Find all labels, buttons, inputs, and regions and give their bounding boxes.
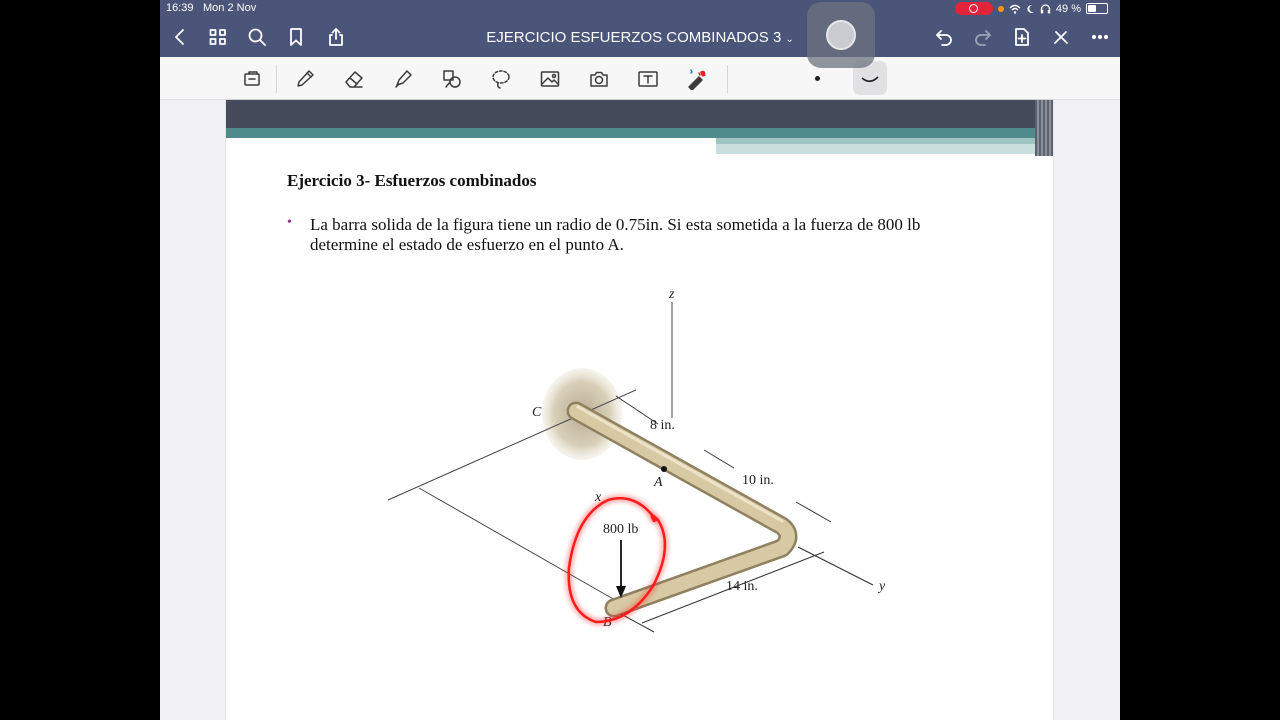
screen-recording-icon[interactable] [954, 2, 993, 15]
wifi-icon [1009, 4, 1021, 14]
laser-pointer-tool[interactable] [684, 66, 710, 92]
undo-icon [936, 30, 952, 46]
text-tool[interactable] [635, 66, 661, 92]
pen-tool[interactable] [292, 66, 318, 92]
close-editing-button[interactable] [1049, 25, 1073, 49]
battery-icon [1086, 3, 1108, 14]
camera-icon [590, 71, 608, 87]
document-title-text: EJERCICIO ESFUERZOS COMBINADOS 3 [486, 29, 782, 46]
assistive-touch-button[interactable] [807, 2, 875, 68]
pen-icon [297, 70, 314, 87]
dimension-line [703, 449, 735, 469]
navigation-bar: 16:39 Mon 2 Nov 49 % EJERCICIO ESFUERZOS… [160, 0, 1120, 57]
lasso-tool[interactable] [488, 66, 514, 92]
laser-pointer-icon [688, 69, 706, 90]
tool-bar [160, 57, 1120, 100]
more-button[interactable] [1088, 25, 1112, 49]
bar-figure: z y 8 in. 10 in. 14 in. C A x B 800 lb [387, 287, 886, 633]
status-bar: 16:39 Mon 2 Nov 49 % [160, 0, 1120, 18]
moon-icon [1027, 4, 1034, 13]
dimension-line [620, 613, 655, 633]
shapes-icon [443, 70, 461, 88]
y-axis-label: y [877, 579, 886, 594]
bar-highlight [576, 405, 784, 523]
status-time: 16:39 [166, 2, 194, 14]
status-right: 49 % [954, 2, 1108, 15]
lasso-icon [492, 70, 510, 89]
pdf-page[interactable]: Ejercicio 3- Esfuerzos combinados • La b… [226, 100, 1053, 720]
point-c-label: C [532, 405, 542, 420]
shapes-tool[interactable] [439, 66, 465, 92]
chevron-down-icon: ⌄ [785, 34, 794, 45]
microphone-indicator-icon [997, 5, 1004, 12]
dimension-8-label: 8 in. [650, 418, 675, 433]
eraser-icon [345, 71, 363, 88]
redo-icon [975, 30, 991, 46]
toolbar-separator [727, 65, 728, 93]
dimension-10-label: 10 in. [742, 473, 774, 488]
pencil-slash-icon [1054, 31, 1068, 44]
stroke-size-dot[interactable] [815, 76, 820, 81]
battery-percentage: 49 % [1055, 2, 1081, 15]
image-icon [540, 71, 560, 87]
undo-button[interactable] [932, 25, 956, 49]
highlighter-icon [395, 70, 412, 88]
reading-mode-tool[interactable] [239, 66, 265, 92]
image-tool[interactable] [537, 66, 563, 92]
add-page-icon [1015, 28, 1029, 46]
dimension-line [795, 501, 832, 523]
headphones-icon [1040, 3, 1051, 13]
ellipsis-icon [1091, 34, 1109, 40]
force-label: 800 lb [603, 522, 638, 537]
y-axis [797, 546, 874, 586]
toolbar-separator [276, 65, 277, 93]
redo-button[interactable] [971, 25, 995, 49]
dimension-14-label: 14 in. [726, 579, 758, 594]
highlighter-tool[interactable] [390, 66, 416, 92]
point-a-label: A [653, 475, 663, 490]
add-page-button[interactable] [1010, 25, 1034, 49]
ipad-screen: 16:39 Mon 2 Nov 49 % EJERCICIO ESFUERZOS… [160, 0, 1120, 720]
status-date: Mon 2 Nov [203, 2, 257, 14]
reading-mode-icon [244, 71, 260, 86]
point-a-marker [661, 466, 667, 472]
eraser-tool[interactable] [341, 66, 367, 92]
camera-tool[interactable] [586, 66, 612, 92]
text-box-icon [638, 71, 658, 87]
z-axis-label: z [668, 287, 675, 302]
